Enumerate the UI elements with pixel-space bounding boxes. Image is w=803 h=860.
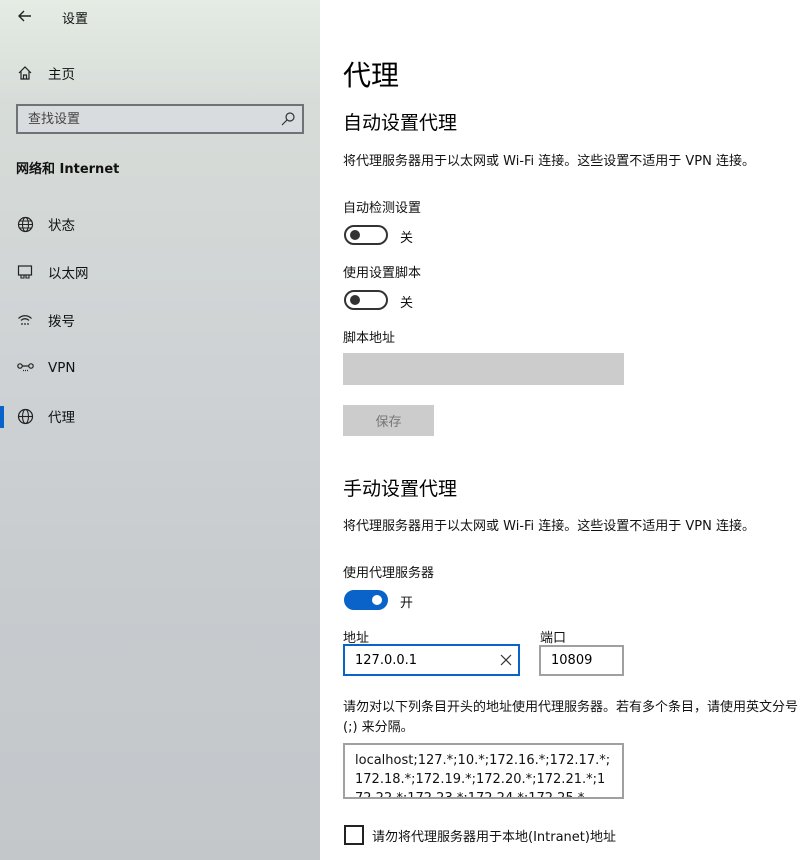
search-box bbox=[16, 104, 304, 134]
sidebar-item-dialup[interactable]: 拨号 bbox=[0, 300, 320, 340]
exceptions-description: 请勿对以下列条目开头的地址使用代理服务器。若有多个条目，请使用英文分号 (;) … bbox=[343, 700, 799, 735]
globe-icon bbox=[16, 407, 34, 425]
auto-detect-toggle[interactable] bbox=[344, 225, 388, 245]
sidebar-item-label: 状态 bbox=[48, 218, 75, 234]
toggle-knob bbox=[372, 595, 382, 605]
main-content: 代理 自动设置代理 将代理服务器用于以太网或 Wi-Fi 连接。这些设置不适用于… bbox=[320, 0, 803, 860]
home-icon bbox=[16, 64, 34, 82]
globe-status-icon bbox=[16, 215, 34, 233]
sidebar-item-label: 代理 bbox=[48, 410, 75, 426]
sidebar-item-label: 以太网 bbox=[48, 266, 89, 282]
toggle-knob bbox=[350, 295, 360, 305]
manual-proxy-description: 将代理服务器用于以太网或 Wi-Fi 连接。这些设置不适用于 VPN 连接。 bbox=[343, 519, 756, 534]
sidebar-item-home[interactable]: 主页 bbox=[0, 53, 320, 93]
toggle-knob bbox=[350, 230, 360, 240]
local-bypass-label: 请勿将代理服务器用于本地(Intranet)地址 bbox=[372, 830, 616, 845]
page-title: 代理 bbox=[343, 59, 400, 92]
auto-proxy-description: 将代理服务器用于以太网或 Wi-Fi 连接。这些设置不适用于 VPN 连接。 bbox=[343, 154, 756, 169]
auto-detect-state: 关 bbox=[400, 231, 414, 246]
manual-proxy-title: 手动设置代理 bbox=[343, 478, 458, 500]
search-input[interactable] bbox=[18, 106, 268, 132]
exceptions-textarea[interactable]: localhost;127.*;10.*;172.16.*;172.17.*;1… bbox=[345, 745, 622, 797]
auto-detect-label: 自动检测设置 bbox=[343, 201, 422, 216]
sidebar: 设置 主页 网络和 Internet 状态 bbox=[0, 0, 320, 860]
sidebar-item-label: 拨号 bbox=[48, 314, 75, 330]
address-input[interactable] bbox=[345, 646, 490, 674]
sidebar-item-ethernet[interactable]: 以太网 bbox=[0, 252, 320, 292]
clear-icon[interactable] bbox=[500, 654, 512, 666]
vpn-icon bbox=[16, 359, 34, 377]
sidebar-item-label: 主页 bbox=[48, 67, 75, 83]
sidebar-item-label: VPN bbox=[48, 360, 76, 376]
setup-script-state: 关 bbox=[400, 296, 414, 311]
sidebar-item-vpn[interactable]: VPN bbox=[0, 348, 320, 388]
exceptions-field: localhost;127.*;10.*;172.16.*;172.17.*;1… bbox=[343, 743, 624, 799]
address-field bbox=[343, 644, 520, 676]
sidebar-item-status[interactable]: 状态 bbox=[0, 204, 320, 244]
use-proxy-toggle[interactable] bbox=[344, 590, 388, 610]
back-button[interactable] bbox=[10, 4, 40, 28]
ethernet-icon bbox=[16, 263, 34, 281]
back-arrow-icon bbox=[18, 10, 31, 22]
save-button[interactable]: 保存 bbox=[343, 405, 434, 436]
setup-script-toggle[interactable] bbox=[344, 290, 388, 310]
port-input[interactable] bbox=[541, 647, 622, 674]
port-field bbox=[539, 645, 624, 676]
script-address-field[interactable] bbox=[343, 353, 624, 385]
dialup-icon bbox=[16, 311, 34, 329]
local-bypass-checkbox[interactable] bbox=[344, 825, 364, 845]
port-label: 端口 bbox=[540, 631, 567, 646]
section-heading: 网络和 Internet bbox=[16, 162, 120, 177]
title-bar: 设置 bbox=[0, 0, 320, 32]
auto-proxy-title: 自动设置代理 bbox=[343, 112, 458, 134]
app-title: 设置 bbox=[62, 12, 89, 27]
sidebar-item-proxy[interactable]: 代理 bbox=[0, 396, 320, 436]
use-proxy-state: 开 bbox=[400, 596, 414, 611]
setup-script-label: 使用设置脚本 bbox=[343, 266, 422, 281]
use-proxy-label: 使用代理服务器 bbox=[343, 566, 435, 581]
script-address-label: 脚本地址 bbox=[343, 331, 396, 346]
search-icon[interactable] bbox=[280, 111, 296, 127]
